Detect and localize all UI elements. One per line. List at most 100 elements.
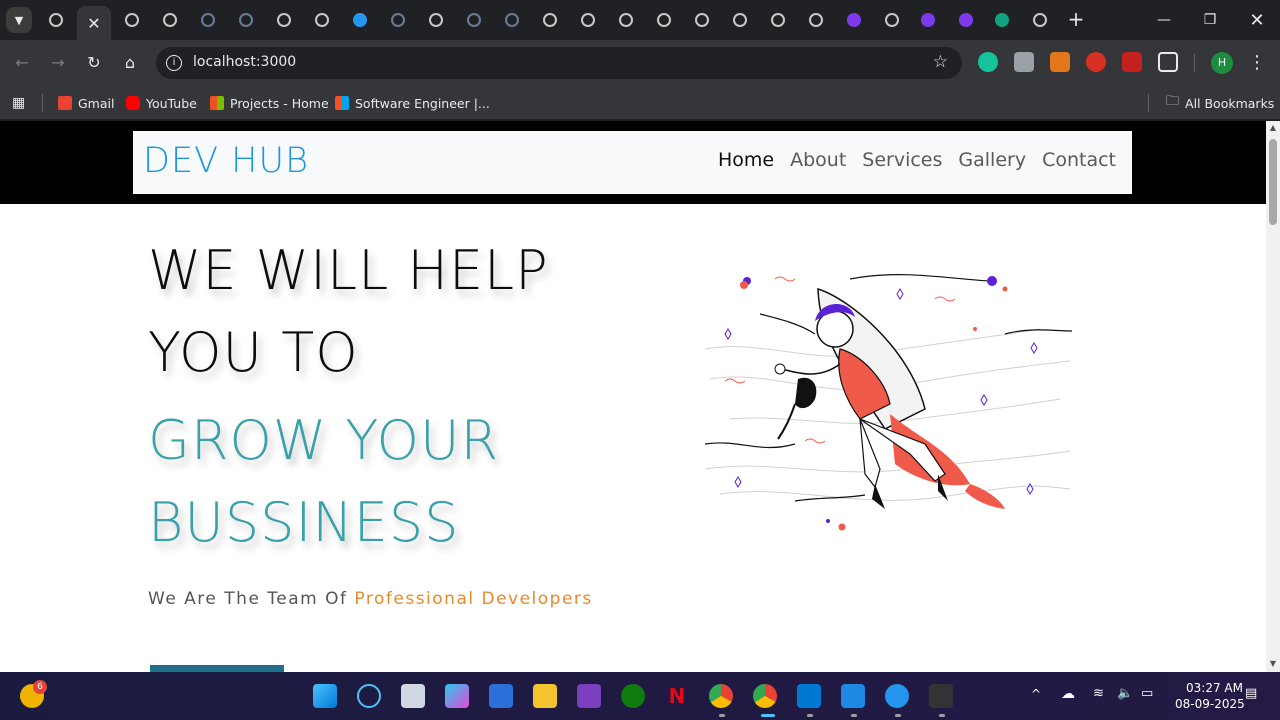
site-header: DEV HUB Home About Services Gallery Cont… bbox=[0, 121, 1266, 204]
scroll-down-icon[interactable]: ▼ bbox=[1269, 659, 1277, 668]
tagline-accent: Professional Developers bbox=[354, 589, 593, 609]
nav-home[interactable]: Home bbox=[718, 149, 774, 171]
tab[interactable] bbox=[837, 6, 871, 34]
running-indicator bbox=[895, 714, 901, 717]
puzzle-icon[interactable] bbox=[1158, 52, 1178, 72]
tab[interactable] bbox=[191, 6, 225, 34]
home-button[interactable]: ⌂ bbox=[118, 51, 142, 75]
page-viewport: DEV HUB Home About Services Gallery Cont… bbox=[0, 121, 1266, 672]
terminal-icon[interactable] bbox=[929, 684, 953, 708]
scroll-up-icon[interactable]: ▲ bbox=[1269, 123, 1277, 132]
extension-red-icon[interactable] bbox=[1122, 52, 1142, 72]
notification-icon[interactable]: ▤ bbox=[1245, 686, 1257, 701]
bookmark-software-engineer[interactable]: Software Engineer |... bbox=[335, 92, 490, 114]
tab[interactable] bbox=[685, 6, 719, 34]
file-explorer-icon[interactable] bbox=[533, 684, 557, 708]
profile-avatar[interactable]: H bbox=[1211, 52, 1233, 74]
cta-button[interactable] bbox=[150, 665, 284, 672]
apps-icon[interactable]: ▦ bbox=[12, 92, 25, 114]
bookmark-youtube[interactable]: YouTube bbox=[126, 92, 197, 114]
new-tab-button[interactable]: + bbox=[1064, 8, 1088, 32]
bookmarks-divider bbox=[42, 94, 43, 112]
scroll-thumb[interactable] bbox=[1269, 139, 1277, 225]
brand-logo[interactable]: DEV HUB bbox=[143, 141, 309, 181]
tab[interactable] bbox=[115, 6, 149, 34]
tab[interactable] bbox=[495, 6, 529, 34]
chevron-up-icon[interactable]: ^ bbox=[1031, 687, 1041, 701]
netflix-icon[interactable]: N bbox=[665, 684, 689, 708]
tab[interactable] bbox=[647, 6, 681, 34]
task-view-icon[interactable] bbox=[401, 684, 425, 708]
nav-services[interactable]: Services bbox=[862, 149, 942, 171]
tab[interactable] bbox=[533, 6, 567, 34]
search-icon[interactable] bbox=[357, 684, 381, 708]
forward-button[interactable]: → bbox=[46, 51, 70, 75]
site-icon bbox=[391, 13, 405, 27]
docker-icon bbox=[353, 13, 367, 27]
tab[interactable] bbox=[911, 6, 945, 34]
tab[interactable] bbox=[609, 6, 643, 34]
store-icon[interactable] bbox=[489, 684, 513, 708]
xbox-icon[interactable] bbox=[621, 684, 645, 708]
address-bar[interactable]: i localhost:3000 ☆ bbox=[156, 47, 962, 79]
chevron-down-icon: ▼ bbox=[14, 13, 24, 27]
nav-gallery[interactable]: Gallery bbox=[958, 149, 1026, 171]
tab[interactable] bbox=[229, 6, 263, 34]
minimize-button[interactable]: — bbox=[1141, 0, 1187, 40]
chrome-icon[interactable] bbox=[709, 684, 733, 708]
tab[interactable] bbox=[761, 6, 795, 34]
tab[interactable] bbox=[305, 6, 339, 34]
tab[interactable] bbox=[571, 6, 605, 34]
tab[interactable] bbox=[875, 6, 909, 34]
nav-contact[interactable]: Contact bbox=[1042, 149, 1116, 171]
copilot-icon[interactable] bbox=[445, 684, 469, 708]
back-button[interactable]: ← bbox=[10, 51, 34, 75]
folder-icon: 🗀 bbox=[1166, 94, 1180, 109]
globe-icon bbox=[733, 13, 747, 27]
bookmark-projects[interactable]: Projects - Home bbox=[210, 92, 329, 114]
tab[interactable] bbox=[419, 6, 453, 34]
tab[interactable] bbox=[949, 6, 983, 34]
tab[interactable] bbox=[457, 6, 491, 34]
info-icon[interactable]: i bbox=[166, 55, 182, 71]
tab-search-button[interactable]: ▼ bbox=[6, 7, 32, 33]
metamask-icon[interactable] bbox=[1050, 52, 1070, 72]
tab[interactable] bbox=[39, 6, 73, 34]
clock-time[interactable]: 03:27 AM bbox=[1186, 681, 1243, 695]
bookmark-gmail[interactable]: Gmail bbox=[58, 92, 114, 114]
cloud-icon[interactable]: ☁ bbox=[1061, 686, 1075, 702]
docker-icon[interactable] bbox=[885, 684, 909, 708]
tab[interactable] bbox=[343, 6, 377, 34]
tab-active[interactable]: ✕ bbox=[77, 6, 111, 40]
tab[interactable] bbox=[381, 6, 415, 34]
tab[interactable] bbox=[799, 6, 833, 34]
vscode-icon[interactable] bbox=[797, 684, 821, 708]
adblock-icon[interactable] bbox=[1086, 52, 1106, 72]
tab[interactable] bbox=[723, 6, 757, 34]
tab[interactable] bbox=[267, 6, 301, 34]
close-window-button[interactable]: ✕ bbox=[1234, 0, 1280, 40]
app-icon[interactable] bbox=[577, 684, 601, 708]
restore-button[interactable]: ❐ bbox=[1187, 0, 1233, 40]
tab[interactable] bbox=[1023, 6, 1057, 34]
all-bookmarks[interactable]: 🗀 All Bookmarks bbox=[1166, 92, 1274, 114]
wifi-icon[interactable]: ≋ bbox=[1093, 686, 1104, 701]
globe-icon bbox=[277, 13, 291, 27]
chrome-active-icon[interactable] bbox=[753, 684, 777, 708]
page-scrollbar[interactable]: ▲ ▼ bbox=[1266, 121, 1280, 672]
clock-date[interactable]: 08-09-2025 bbox=[1175, 697, 1245, 711]
tab[interactable] bbox=[985, 6, 1019, 34]
notepad-icon[interactable] bbox=[841, 684, 865, 708]
nav-about[interactable]: About bbox=[790, 149, 846, 171]
extension-icon[interactable] bbox=[1014, 52, 1034, 72]
start-icon[interactable] bbox=[313, 684, 337, 708]
bookmark-star-icon[interactable]: ☆ bbox=[933, 52, 948, 72]
close-icon[interactable]: ✕ bbox=[87, 14, 100, 33]
reload-button[interactable]: ↻ bbox=[82, 51, 106, 75]
grammarly-icon[interactable] bbox=[978, 52, 998, 72]
volume-icon[interactable]: 🔈 bbox=[1117, 686, 1133, 701]
tab[interactable] bbox=[153, 6, 187, 34]
bookmark-label: Gmail bbox=[78, 95, 115, 111]
battery-icon[interactable]: ▭ bbox=[1141, 686, 1153, 701]
menu-icon[interactable]: ⋮ bbox=[1248, 51, 1266, 75]
